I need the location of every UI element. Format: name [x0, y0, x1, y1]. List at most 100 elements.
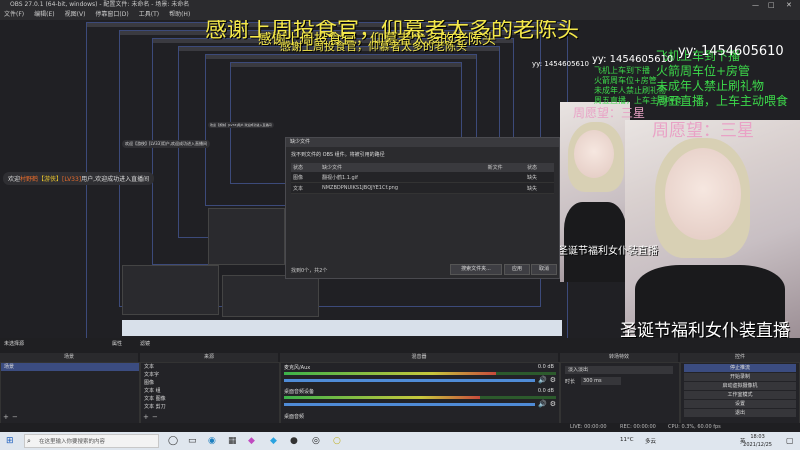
- menu-bar: 文件(F) 编辑(E) 视图(V) 停靠窗口(D) 工具(T) 帮助(H): [0, 10, 800, 20]
- list-item[interactable]: 图像: [141, 379, 279, 387]
- mixer-channel-name: 桌面音频设备: [284, 389, 315, 395]
- sources-panel: 文本 文本字 图像 文本 组 文本 图像 文本 剪刀: [140, 362, 280, 426]
- volume-slider[interactable]: [284, 403, 535, 406]
- nested-dock-panel: [222, 275, 319, 317]
- cancel-button[interactable]: 取消: [531, 264, 557, 275]
- rec-status: REC: 00:00:00: [620, 424, 656, 430]
- menu-edit[interactable]: 编辑(E): [34, 11, 54, 18]
- thanks-banner-nested: 感谢上周投食官，仰慕者太多的老陈头: [280, 40, 467, 53]
- cpu-status: CPU: 0.3%, 60.00 fps: [668, 424, 721, 430]
- mixer-channel-name: 桌面音频: [284, 414, 305, 420]
- list-item[interactable]: 场景: [1, 363, 139, 371]
- clock[interactable]: 18:03 2021/12/25: [743, 433, 772, 449]
- gear-icon[interactable]: ⚙: [550, 400, 556, 408]
- folder-icon[interactable]: ▭: [188, 435, 197, 447]
- duration-label: 时长: [565, 379, 576, 385]
- transitions-panel: 淡入淡出 时长 300 ms: [560, 362, 680, 426]
- column-header: 状态: [291, 163, 320, 172]
- missing-files-dialog: 缺少文件 找不到文件的 OBS 组件。将被引用的路径 状态 缺少文件 新文件 状…: [285, 137, 560, 279]
- dialog-title: 缺少文件: [286, 138, 559, 147]
- clock-date: 2021/12/25: [743, 442, 772, 448]
- obs-icon[interactable]: ◎: [312, 435, 320, 447]
- app-icon[interactable]: ○: [333, 435, 341, 447]
- weather-temp: 11°C: [620, 437, 634, 443]
- speaker-icon[interactable]: 🔊: [538, 400, 547, 408]
- stop-streaming-button[interactable]: 停止推流: [684, 364, 796, 372]
- list-item[interactable]: 文本 图像: [141, 395, 279, 403]
- source-toolbar: 未选择源 属性 滤镜: [0, 340, 800, 349]
- gear-icon[interactable]: ⚙: [550, 376, 556, 384]
- settings-button[interactable]: 设置: [684, 400, 796, 408]
- taskbar-search-input[interactable]: 在这里输入你要搜索的内容: [24, 434, 159, 448]
- christmas-banner-nested: 圣诞节福利女仆装直播: [558, 246, 658, 257]
- menu-tools[interactable]: 工具(T): [139, 11, 159, 18]
- filters-button[interactable]: 滤镜: [140, 340, 150, 349]
- task-view-icon[interactable]: ◯: [168, 435, 178, 447]
- app-icon[interactable]: ◆: [270, 435, 277, 447]
- start-recording-button[interactable]: 开始录制: [684, 373, 796, 381]
- yy-id-nested: yy: 1454605610: [592, 54, 674, 65]
- taskbar: ⊞ 在这里输入你要搜索的内容 ⌕ ◯ ▭ ◉ ▦ ◆ ◆ ● ◎ ○ 11°C …: [0, 432, 800, 450]
- dock-area: 未选择源 属性 滤镜 场景 场景 来源 文本 文本字 图像 文本 组 文本 图像…: [0, 338, 800, 426]
- remove-source-button[interactable]: −: [152, 413, 158, 421]
- store-icon[interactable]: ▦: [228, 435, 237, 447]
- edge-icon[interactable]: ◉: [208, 435, 216, 447]
- maximize-button[interactable]: □: [768, 0, 775, 10]
- table-row[interactable]: 图像 翻视小鹤1.1.gif 缺失: [291, 172, 554, 183]
- remove-scene-button[interactable]: −: [12, 413, 18, 421]
- column-header: 缺少文件: [320, 163, 486, 172]
- weekly-wish: 周愿望：三星: [652, 121, 754, 141]
- sources-title: 来源: [140, 353, 278, 362]
- column-header: 状态: [524, 163, 554, 172]
- close-button[interactable]: ✕: [786, 0, 792, 10]
- list-item[interactable]: 文本字: [141, 371, 279, 379]
- nested-dock-panel: [122, 265, 219, 315]
- duration-input[interactable]: 300 ms: [581, 377, 621, 385]
- studio-mode-button[interactable]: 工作室模式: [684, 391, 796, 399]
- transition-select[interactable]: 淡入淡出: [565, 366, 673, 374]
- audio-meter: [284, 372, 556, 375]
- app-icon[interactable]: ●: [290, 435, 298, 447]
- table-row[interactable]: 文本 NMZBDPNUIKS1JBQJYE1Cf.png 缺失: [291, 182, 554, 194]
- mixer-title: 混音器: [280, 353, 558, 362]
- mixer-channel-db: 0.0 dB: [537, 364, 554, 370]
- found-count: 找到0个，共2个: [291, 268, 328, 274]
- no-source-label: 未选择源: [4, 341, 25, 347]
- scenes-title: 场景: [0, 353, 138, 362]
- list-item[interactable]: 文本 组: [141, 387, 279, 395]
- list-item[interactable]: 文本: [141, 363, 279, 371]
- properties-button[interactable]: 属性: [112, 340, 122, 349]
- windows-start-icon[interactable]: ⊞: [6, 435, 14, 447]
- minimize-button[interactable]: —: [752, 0, 759, 10]
- window-title: OBS 27.0.1 (64-bit, windows) - 配置文件: 未命名…: [10, 1, 190, 8]
- apply-button[interactable]: 应用: [504, 264, 530, 275]
- christmas-banner: 圣诞节福利女仆装直播: [620, 321, 790, 338]
- weather-label: 多云: [645, 439, 657, 445]
- webcam-image: [625, 120, 800, 338]
- virtual-camera-button[interactable]: 启动虚拟摄像机: [684, 382, 796, 390]
- scenes-panel: 场景: [0, 362, 140, 426]
- menu-docks[interactable]: 停靠窗口(D): [95, 11, 128, 18]
- live-status: LIVE: 00:00:00: [570, 424, 607, 430]
- app-icon[interactable]: ◆: [248, 435, 255, 447]
- list-item[interactable]: 文本 剪刀: [141, 403, 279, 411]
- menu-help[interactable]: 帮助(H): [169, 11, 190, 18]
- chat-welcome-message-nested: 欢迎【游侠】[LV33]用户,欢迎成功进入直播间: [122, 140, 211, 148]
- mixer-channel-db: 0.0 dB: [537, 388, 554, 394]
- volume-slider[interactable]: [284, 379, 535, 382]
- controls-panel: 停止推流 开始录制 启动虚拟摄像机 工作室模式 设置 退出: [680, 362, 800, 426]
- add-source-button[interactable]: +: [143, 413, 149, 421]
- notification-icon[interactable]: ▢: [786, 435, 794, 447]
- nested-dock-panel: [208, 208, 285, 265]
- column-header: 新文件: [485, 163, 525, 172]
- missing-files-table: 状态 缺少文件 新文件 状态 图像 翻视小鹤1.1.gif 缺失 文本 NMZB…: [291, 163, 554, 194]
- menu-view[interactable]: 视图(V): [65, 11, 86, 18]
- search-folder-button[interactable]: 搜索文件夹...: [450, 264, 502, 275]
- menu-file[interactable]: 文件(F): [4, 11, 24, 18]
- nested-taskbar: [122, 320, 562, 336]
- add-scene-button[interactable]: +: [3, 413, 9, 421]
- yy-id-nested: yy: 1454605610: [532, 60, 589, 68]
- search-icon: ⌕: [27, 437, 31, 445]
- exit-button[interactable]: 退出: [684, 409, 796, 417]
- speaker-icon[interactable]: 🔊: [538, 376, 547, 384]
